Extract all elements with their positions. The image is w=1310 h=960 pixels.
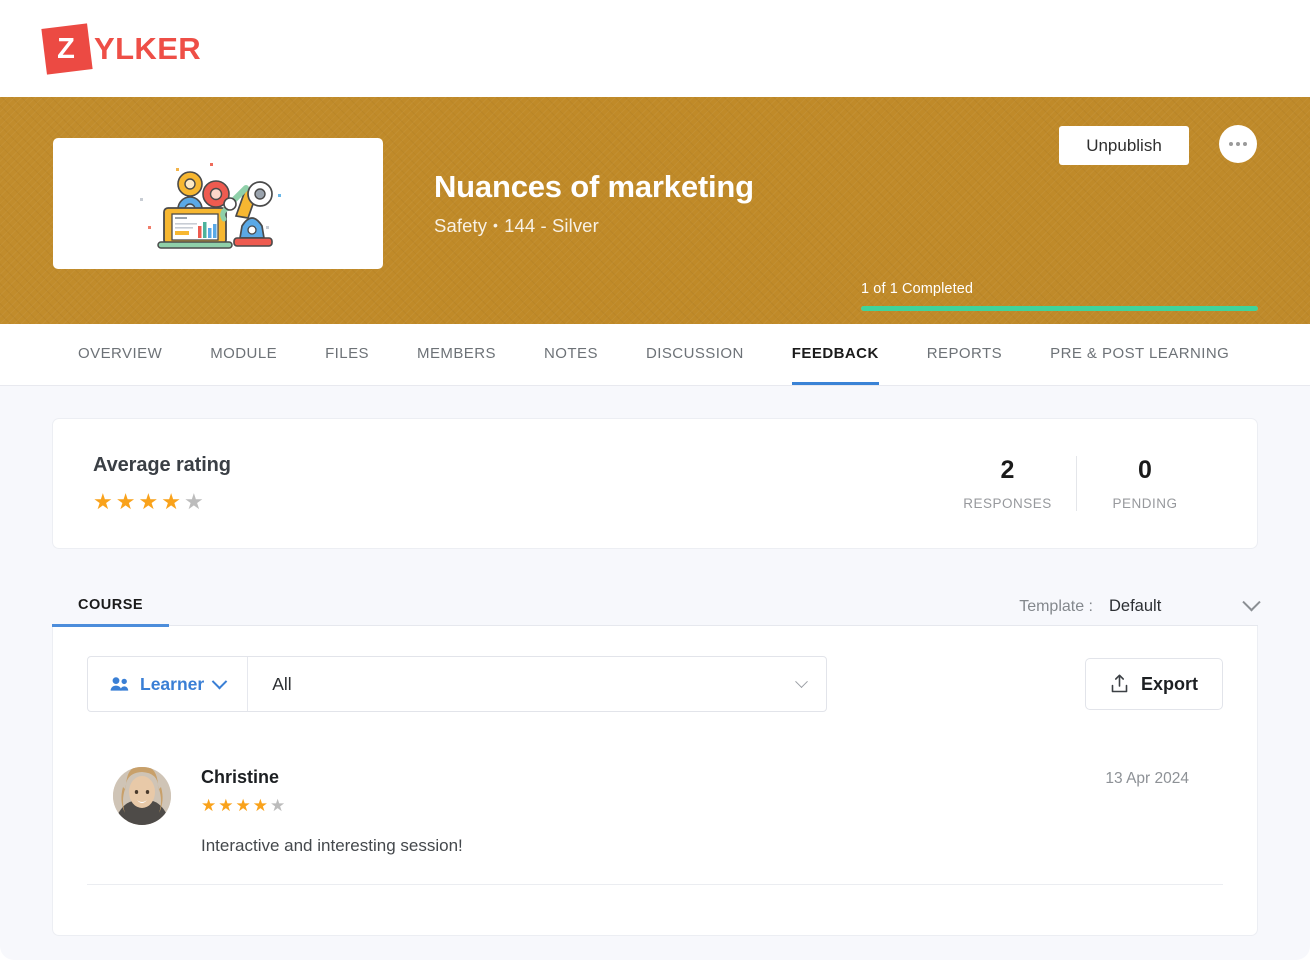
tab-pre-post-learning[interactable]: PRE & POST LEARNING xyxy=(1050,324,1229,385)
template-selector[interactable]: Template : Default xyxy=(1019,597,1258,625)
tab-notes[interactable]: NOTES xyxy=(544,324,598,385)
course-subtitle: Safety • 144 - Silver xyxy=(434,215,599,237)
learner-filter-dropdown[interactable]: Learner xyxy=(88,657,248,711)
star-filled-icon: ★ xyxy=(138,491,158,513)
course-illustration-icon xyxy=(118,154,318,254)
ellipsis-icon-dot xyxy=(1236,142,1240,146)
avatar-photo-icon xyxy=(113,767,171,825)
export-label: Export xyxy=(1141,674,1198,695)
zylker-logo[interactable]: Z YLKER xyxy=(44,26,201,72)
chevron-down-icon xyxy=(212,673,228,689)
primary-tab-bar: OVERVIEW MODULE FILES MEMBERS NOTES DISCUSSIO… xyxy=(0,324,1310,386)
subtitle-separator: • xyxy=(493,217,498,233)
tab-discussion[interactable]: DISCUSSION xyxy=(646,324,744,385)
export-button[interactable]: Export xyxy=(1085,658,1223,710)
course-hero-banner: Nuances of marketing Safety • 144 - Silver… xyxy=(0,97,1310,324)
review-date: 13 Apr 2024 xyxy=(1105,770,1189,788)
tab-module[interactable]: MODULE xyxy=(210,324,277,385)
logo-mark-icon: Z xyxy=(41,23,92,74)
tab-members[interactable]: MEMBERS xyxy=(417,324,496,385)
stat-value: 0 xyxy=(1077,456,1213,485)
tab-course[interactable]: COURSE xyxy=(52,597,169,627)
tab-files[interactable]: FILES xyxy=(325,324,369,385)
stat-responses: 2 RESPONSES xyxy=(939,456,1076,511)
response-stats: 2 RESPONSES0 PENDING xyxy=(939,456,1213,511)
stat-label: PENDING xyxy=(1077,496,1213,511)
stat-label: RESPONSES xyxy=(939,496,1076,511)
app-window: Z YLKER xyxy=(0,0,1310,960)
chevron-down-icon xyxy=(795,675,808,688)
feedback-filter-row: Learner All Export xyxy=(87,656,1223,712)
progress-track xyxy=(861,306,1258,311)
progress-label: 1 of 1 Completed xyxy=(861,281,1258,297)
star-filled-icon: ★ xyxy=(161,491,181,513)
page-body: Average rating ★★★★★ 2RESPONSES0PENDING … xyxy=(0,386,1310,960)
average-rating-block: Average rating ★★★★★ xyxy=(93,454,231,513)
learner-filter-label: Learner xyxy=(140,674,204,695)
people-icon xyxy=(110,676,130,692)
feedback-review-list: Christine★★★★★Interactive and interestin… xyxy=(87,712,1223,885)
course-progress: 1 of 1 Completed xyxy=(861,281,1258,311)
more-options-button[interactable] xyxy=(1219,125,1257,163)
course-category: Safety xyxy=(434,215,487,236)
review-item: Christine★★★★★Interactive and interestin… xyxy=(87,712,1223,885)
export-icon xyxy=(1110,674,1129,694)
star-filled-icon: ★ xyxy=(236,797,251,814)
course-code: 144 - Silver xyxy=(504,215,599,236)
feedback-panel: Learner All Export xyxy=(52,626,1258,936)
star-filled-icon: ★ xyxy=(253,797,268,814)
review-comment: Interactive and interesting session! xyxy=(201,836,463,856)
stat-value: 2 xyxy=(939,456,1076,485)
audience-filter-dropdown[interactable]: All xyxy=(248,657,826,711)
feedback-subnav: COURSE Template : Default xyxy=(52,583,1258,626)
star-empty-icon: ★ xyxy=(184,491,204,513)
brand-bar: Z YLKER xyxy=(0,0,1310,97)
star-filled-icon: ★ xyxy=(201,797,216,814)
template-value: Default xyxy=(1109,597,1229,616)
stat-pending: 0 PENDING xyxy=(1076,456,1213,511)
review-body: Christine★★★★★Interactive and interestin… xyxy=(201,767,463,856)
logo-mark-letter: Z xyxy=(57,34,74,63)
star-filled-icon: ★ xyxy=(218,797,233,814)
unpublish-button[interactable]: Unpublish xyxy=(1059,126,1189,165)
star-empty-icon: ★ xyxy=(270,797,285,814)
ellipsis-icon-dot xyxy=(1243,142,1247,146)
template-label: Template : xyxy=(1019,598,1093,616)
tab-overview[interactable]: OVERVIEW xyxy=(78,324,162,385)
course-title: Nuances of marketing xyxy=(434,169,754,205)
ellipsis-icon-dot xyxy=(1229,142,1233,146)
reviewer-name: Christine xyxy=(201,767,463,788)
course-thumbnail xyxy=(53,138,383,269)
logo-wordmark: YLKER xyxy=(94,31,201,67)
average-rating-stars: ★★★★★ xyxy=(93,491,231,513)
average-rating-card: Average rating ★★★★★ 2RESPONSES0PENDING xyxy=(52,418,1258,549)
audience-filter-value: All xyxy=(272,674,291,695)
avatar xyxy=(113,767,171,825)
chevron-down-icon xyxy=(1242,593,1260,611)
tab-reports[interactable]: REPORTS xyxy=(927,324,1002,385)
star-filled-icon: ★ xyxy=(93,491,113,513)
feedback-filter-box: Learner All xyxy=(87,656,827,712)
review-stars: ★★★★★ xyxy=(201,797,463,814)
tab-feedback[interactable]: FEEDBACK xyxy=(792,324,879,385)
average-rating-title: Average rating xyxy=(93,454,231,477)
progress-fill xyxy=(861,306,1258,311)
star-filled-icon: ★ xyxy=(116,491,136,513)
